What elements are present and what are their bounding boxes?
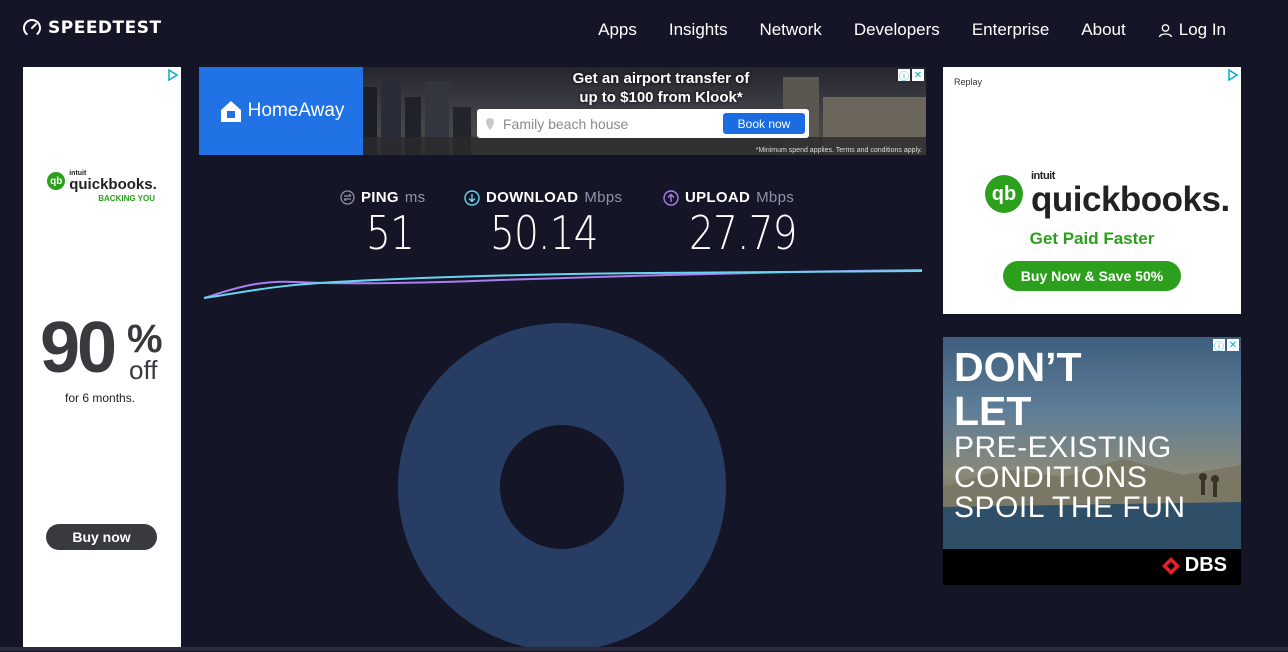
- logo-text: SPEEDTEST: [48, 18, 162, 38]
- nav-network[interactable]: Network: [759, 20, 821, 40]
- dbs-logo-icon: [1161, 556, 1180, 575]
- user-icon: [1158, 23, 1172, 37]
- dbs-ad[interactable]: DON’T LET PRE-EXISTING CONDITIONS SPOIL …: [943, 337, 1241, 585]
- homeaway-logo: HomeAway: [199, 67, 363, 155]
- replay-link[interactable]: Replay: [954, 77, 982, 87]
- download-icon: [464, 189, 480, 206]
- main-nav: Apps Insights Network Developers Enterpr…: [598, 20, 1226, 40]
- nav-enterprise[interactable]: Enterprise: [972, 20, 1049, 40]
- destination-search[interactable]: Family beach house Book now: [477, 109, 809, 138]
- nav-about[interactable]: About: [1081, 20, 1125, 40]
- quickbooks-label: quickbooks.: [69, 176, 157, 193]
- left-quickbooks-ad[interactable]: qb intuit quickbooks. BACKING YOU 90 % o…: [23, 67, 181, 651]
- fine-print: *Minimum spend applies. Terms and condit…: [755, 147, 922, 154]
- ad-line-3: PRE-EXISTING: [954, 431, 1172, 464]
- quickbooks-logo-icon: qb: [47, 172, 66, 190]
- ad-line-5: SPOIL THE FUN: [954, 491, 1186, 524]
- ad-line-2: LET: [954, 388, 1032, 434]
- ping-icon: [340, 190, 355, 205]
- house-icon: [220, 101, 241, 122]
- close-icon[interactable]: ✕: [1227, 339, 1239, 351]
- right-quickbooks-ad[interactable]: Replay qb intuit quickbooks. Get Paid Fa…: [943, 67, 1241, 314]
- login-link[interactable]: Log In: [1158, 20, 1226, 40]
- quickbooks-label: quickbooks.: [1031, 180, 1230, 219]
- banner-image-area: Get an airport transfer of up to $100 fr…: [363, 67, 926, 155]
- ad-line-4: CONDITIONS: [954, 461, 1148, 494]
- book-now-button[interactable]: Book now: [723, 113, 805, 134]
- ping-unit: ms: [404, 189, 426, 206]
- adchoices-icon[interactable]: [167, 69, 179, 81]
- banner-headline-1: Get an airport transfer of: [572, 70, 750, 87]
- upload-unit: Mbps: [756, 189, 795, 206]
- discount-number: 90: [40, 308, 117, 388]
- homeaway-banner-ad[interactable]: HomeAway Get an airport transfer of up t…: [199, 67, 926, 155]
- upload-stat: UPLOAD Mbps: [663, 189, 794, 206]
- speedtest-logo[interactable]: SPEEDTEST: [22, 18, 162, 38]
- buy-now-save-button[interactable]: Buy Now & Save 50%: [1003, 261, 1181, 291]
- download-value: 50.14: [490, 206, 599, 260]
- adchoices-icon[interactable]: ⓘ: [1213, 339, 1225, 353]
- ping-label: PING: [361, 189, 399, 206]
- nav-developers[interactable]: Developers: [854, 20, 940, 40]
- upload-value: 27.79: [689, 206, 798, 260]
- download-stat: DOWNLOAD Mbps: [464, 189, 622, 206]
- horizontal-scrollbar[interactable]: [0, 647, 1288, 651]
- buy-now-button[interactable]: Buy now: [46, 524, 157, 550]
- quickbooks-logo-icon: qb: [985, 175, 1023, 213]
- login-label: Log In: [1178, 20, 1226, 39]
- off-label: off: [129, 355, 158, 385]
- adchoices-icon[interactable]: ⓘ: [898, 69, 910, 83]
- close-icon[interactable]: ✕: [912, 69, 924, 81]
- ping-value: 51: [366, 206, 415, 260]
- download-unit: Mbps: [584, 189, 623, 206]
- nav-apps[interactable]: Apps: [598, 20, 637, 40]
- adchoices-icon[interactable]: [1227, 69, 1239, 81]
- search-input[interactable]: Family beach house: [503, 116, 723, 132]
- ping-stat: PING ms: [340, 189, 425, 206]
- download-graph-line: [203, 270, 923, 299]
- speed-graph: [203, 269, 923, 299]
- dbs-footer: DBS: [943, 549, 1241, 585]
- duration-label: for 6 months.: [65, 391, 136, 405]
- homeaway-label: HomeAway: [247, 100, 345, 121]
- banner-headline-2: up to $100 from Klook*: [579, 89, 743, 106]
- nav-insights[interactable]: Insights: [669, 20, 728, 40]
- speed-gauge: [398, 323, 726, 651]
- tagline: BACKING YOU: [98, 194, 155, 203]
- download-label: DOWNLOAD: [486, 189, 579, 206]
- upload-icon: [663, 189, 679, 206]
- gauge-ring: [398, 323, 726, 651]
- dbs-label: DBS: [1184, 554, 1227, 576]
- gauge-icon: [23, 19, 41, 37]
- upload-label: UPLOAD: [685, 189, 751, 206]
- ad-headline: Get Paid Faster: [1029, 229, 1155, 248]
- ad-line-1: DON’T: [954, 344, 1082, 390]
- location-pin-icon: [486, 117, 494, 130]
